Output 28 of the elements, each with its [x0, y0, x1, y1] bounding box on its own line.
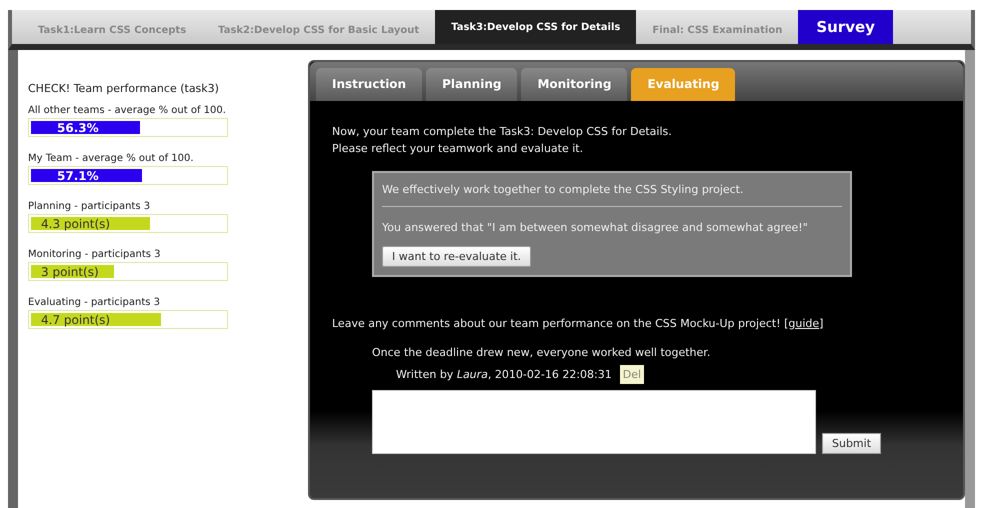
meter-label: Monitoring - participants 3	[28, 249, 162, 260]
panel-tab[interactable]: Planning	[426, 68, 518, 101]
re-evaluate-button[interactable]: I want to re-evaluate it.	[382, 246, 532, 267]
nav-tab[interactable]: Task3:Develop CSS for Details	[435, 10, 636, 44]
sidebar-title: CHECK! Team performance (task3)	[28, 82, 220, 95]
meter-label: Planning - participants 3	[28, 201, 152, 212]
comment-input[interactable]	[372, 390, 816, 454]
intro-text: Now, your team complete the Task3: Develop CSS for Details.	[332, 124, 673, 140]
meter-fill: 4.3 point(s)	[31, 217, 150, 230]
meter-label: All other teams - average % out of 100.	[28, 105, 227, 116]
guide-link[interactable]: guide	[788, 317, 820, 330]
panel-tab[interactable]: Instruction	[316, 68, 422, 101]
answer-text: You answered that "I am between somewhat disagree and somewhat agree!"	[382, 220, 809, 236]
intro-text: Please reflect your teamwork and evaluate it.	[332, 141, 584, 157]
submit-button[interactable]: Submit	[822, 433, 882, 454]
meter-fill: 56.3%	[31, 121, 140, 134]
panel-tab[interactable]: Monitoring	[521, 68, 628, 101]
meter-fill: 3 point(s)	[31, 265, 114, 278]
meter-fill: 57.1%	[31, 169, 142, 182]
statement-text: We effectively work together to complete the CSS Styling project.	[382, 182, 744, 198]
nav-tab[interactable]: Survey	[798, 10, 893, 44]
meter-fill: 4.7 point(s)	[31, 313, 162, 326]
meter-label: My Team - average % out of 100.	[28, 153, 195, 164]
meter-label: Evaluating - participants 3	[28, 297, 162, 308]
comments-prompt: Leave any comments about our team performance on the CSS Mocku-Up project! [guide]	[332, 317, 824, 330]
delete-button[interactable]: Del	[620, 365, 644, 384]
comment-text: Once the deadline drew new, everyone worked well together.	[372, 345, 712, 361]
comment-byline: Written by Laura, 2010-02-16 22:08:31	[396, 368, 612, 381]
